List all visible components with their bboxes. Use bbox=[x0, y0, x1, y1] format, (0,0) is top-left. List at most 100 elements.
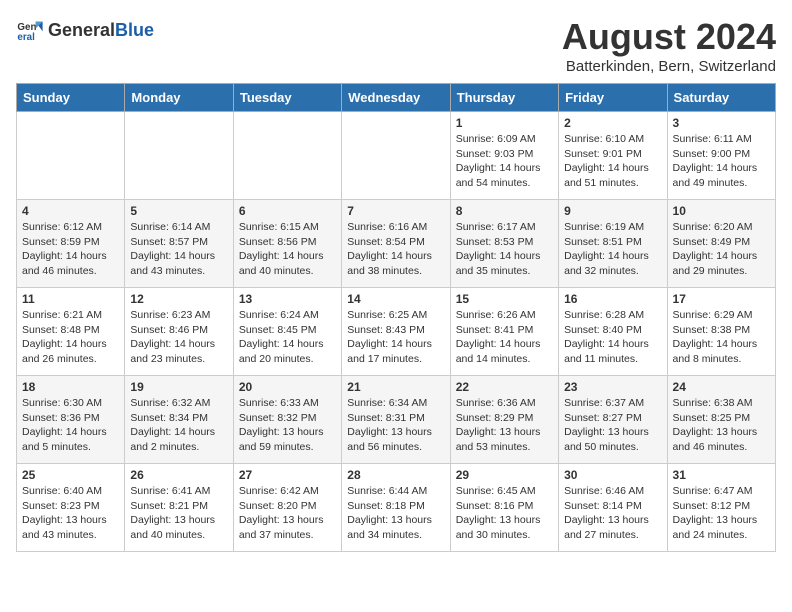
day-info: Daylight: 14 hours and 54 minutes. bbox=[456, 161, 553, 190]
calendar-table: Sunday Monday Tuesday Wednesday Thursday… bbox=[16, 83, 776, 552]
day-info: Daylight: 13 hours and 34 minutes. bbox=[347, 513, 444, 542]
calendar-cell: 21Sunrise: 6:34 AMSunset: 8:31 PMDayligh… bbox=[342, 376, 450, 464]
day-number: 28 bbox=[347, 468, 444, 482]
day-info: Sunrise: 6:40 AM bbox=[22, 484, 119, 499]
calendar-cell: 30Sunrise: 6:46 AMSunset: 8:14 PMDayligh… bbox=[559, 464, 667, 552]
day-info: Sunrise: 6:36 AM bbox=[456, 396, 553, 411]
calendar-cell: 3Sunrise: 6:11 AMSunset: 9:00 PMDaylight… bbox=[667, 112, 775, 200]
header-saturday: Saturday bbox=[667, 84, 775, 112]
day-info: Daylight: 14 hours and 46 minutes. bbox=[22, 249, 119, 278]
day-info: Sunset: 9:03 PM bbox=[456, 147, 553, 162]
day-info: Sunrise: 6:21 AM bbox=[22, 308, 119, 323]
day-info: Sunset: 8:14 PM bbox=[564, 499, 661, 514]
calendar-cell: 31Sunrise: 6:47 AMSunset: 8:12 PMDayligh… bbox=[667, 464, 775, 552]
calendar-cell: 5Sunrise: 6:14 AMSunset: 8:57 PMDaylight… bbox=[125, 200, 233, 288]
calendar-cell: 8Sunrise: 6:17 AMSunset: 8:53 PMDaylight… bbox=[450, 200, 558, 288]
day-info: Sunrise: 6:15 AM bbox=[239, 220, 336, 235]
calendar-cell: 17Sunrise: 6:29 AMSunset: 8:38 PMDayligh… bbox=[667, 288, 775, 376]
day-info: Sunset: 8:45 PM bbox=[239, 323, 336, 338]
calendar-cell: 25Sunrise: 6:40 AMSunset: 8:23 PMDayligh… bbox=[17, 464, 125, 552]
day-info: Sunset: 8:34 PM bbox=[130, 411, 227, 426]
day-number: 2 bbox=[564, 116, 661, 130]
logo-icon: Gen eral bbox=[16, 16, 44, 44]
day-info: Sunrise: 6:17 AM bbox=[456, 220, 553, 235]
day-info: Daylight: 14 hours and 8 minutes. bbox=[673, 337, 770, 366]
day-info: Daylight: 14 hours and 35 minutes. bbox=[456, 249, 553, 278]
day-info: Sunset: 8:51 PM bbox=[564, 235, 661, 250]
day-info: Sunrise: 6:38 AM bbox=[673, 396, 770, 411]
calendar-cell: 23Sunrise: 6:37 AMSunset: 8:27 PMDayligh… bbox=[559, 376, 667, 464]
day-info: Sunset: 8:59 PM bbox=[22, 235, 119, 250]
day-info: Sunrise: 6:11 AM bbox=[673, 132, 770, 147]
day-info: Daylight: 13 hours and 53 minutes. bbox=[456, 425, 553, 454]
header-thursday: Thursday bbox=[450, 84, 558, 112]
day-info: Sunrise: 6:33 AM bbox=[239, 396, 336, 411]
day-info: Sunset: 8:29 PM bbox=[456, 411, 553, 426]
day-info: Sunrise: 6:29 AM bbox=[673, 308, 770, 323]
header-wednesday: Wednesday bbox=[342, 84, 450, 112]
day-info: Daylight: 13 hours and 37 minutes. bbox=[239, 513, 336, 542]
day-number: 4 bbox=[22, 204, 119, 218]
day-info: Sunset: 8:31 PM bbox=[347, 411, 444, 426]
day-info: Daylight: 14 hours and 51 minutes. bbox=[564, 161, 661, 190]
day-info: Sunrise: 6:41 AM bbox=[130, 484, 227, 499]
day-number: 1 bbox=[456, 116, 553, 130]
day-info: Daylight: 13 hours and 43 minutes. bbox=[22, 513, 119, 542]
day-info: Daylight: 13 hours and 30 minutes. bbox=[456, 513, 553, 542]
day-number: 29 bbox=[456, 468, 553, 482]
calendar-cell: 1Sunrise: 6:09 AMSunset: 9:03 PMDaylight… bbox=[450, 112, 558, 200]
header-monday: Monday bbox=[125, 84, 233, 112]
day-info: Sunrise: 6:25 AM bbox=[347, 308, 444, 323]
day-info: Sunrise: 6:19 AM bbox=[564, 220, 661, 235]
day-number: 9 bbox=[564, 204, 661, 218]
day-number: 11 bbox=[22, 292, 119, 306]
day-info: Sunset: 8:20 PM bbox=[239, 499, 336, 514]
day-info: Sunset: 8:25 PM bbox=[673, 411, 770, 426]
day-info: Sunrise: 6:42 AM bbox=[239, 484, 336, 499]
location: Batterkinden, Bern, Switzerland bbox=[562, 58, 776, 75]
calendar-cell: 27 Sunrise: 6:42 AMSunset: 8:20 PMDayligh… bbox=[233, 464, 341, 552]
calendar-week-4: 18Sunrise: 6:30 AMSunset: 8:36 PMDayligh… bbox=[17, 376, 776, 464]
day-info: Sunset: 8:43 PM bbox=[347, 323, 444, 338]
day-info: Sunset: 8:49 PM bbox=[673, 235, 770, 250]
day-number: 13 bbox=[239, 292, 336, 306]
day-info: Daylight: 14 hours and 29 minutes. bbox=[673, 249, 770, 278]
logo-blue: Blue bbox=[115, 20, 154, 40]
day-info: Daylight: 14 hours and 43 minutes. bbox=[130, 249, 227, 278]
calendar-cell: 20Sunrise: 6:33 AMSunset: 8:32 PMDayligh… bbox=[233, 376, 341, 464]
calendar-cell: 22Sunrise: 6:36 AMSunset: 8:29 PMDayligh… bbox=[450, 376, 558, 464]
calendar-cell bbox=[233, 112, 341, 200]
calendar-week-1: 1Sunrise: 6:09 AMSunset: 9:03 PMDaylight… bbox=[17, 112, 776, 200]
day-number: 27 bbox=[239, 468, 336, 482]
calendar-cell bbox=[125, 112, 233, 200]
header-sunday: Sunday bbox=[17, 84, 125, 112]
day-number: 6 bbox=[239, 204, 336, 218]
calendar-cell bbox=[342, 112, 450, 200]
logo-general: General bbox=[48, 20, 115, 40]
day-info: Daylight: 13 hours and 46 minutes. bbox=[673, 425, 770, 454]
day-info: Daylight: 14 hours and 20 minutes. bbox=[239, 337, 336, 366]
day-info: Sunrise: 6:14 AM bbox=[130, 220, 227, 235]
day-info: Sunrise: 6:37 AM bbox=[564, 396, 661, 411]
calendar-cell: 18Sunrise: 6:30 AMSunset: 8:36 PMDayligh… bbox=[17, 376, 125, 464]
day-info: Daylight: 14 hours and 2 minutes. bbox=[130, 425, 227, 454]
calendar-cell: 29Sunrise: 6:45 AMSunset: 8:16 PMDayligh… bbox=[450, 464, 558, 552]
day-info: Sunset: 8:21 PM bbox=[130, 499, 227, 514]
day-info: Sunset: 8:48 PM bbox=[22, 323, 119, 338]
calendar-week-5: 25Sunrise: 6:40 AMSunset: 8:23 PMDayligh… bbox=[17, 464, 776, 552]
day-number: 17 bbox=[673, 292, 770, 306]
day-info: Daylight: 13 hours and 50 minutes. bbox=[564, 425, 661, 454]
day-info: Sunset: 8:40 PM bbox=[564, 323, 661, 338]
calendar-header-row: Sunday Monday Tuesday Wednesday Thursday… bbox=[17, 84, 776, 112]
day-info: Sunset: 8:36 PM bbox=[22, 411, 119, 426]
day-number: 5 bbox=[130, 204, 227, 218]
day-number: 18 bbox=[22, 380, 119, 394]
calendar-cell: 13Sunrise: 6:24 AMSunset: 8:45 PMDayligh… bbox=[233, 288, 341, 376]
day-info: Daylight: 13 hours and 56 minutes. bbox=[347, 425, 444, 454]
day-info: Sunset: 8:53 PM bbox=[456, 235, 553, 250]
day-number: 14 bbox=[347, 292, 444, 306]
day-number: 3 bbox=[673, 116, 770, 130]
svg-text:eral: eral bbox=[17, 32, 35, 43]
day-info: Sunset: 8:56 PM bbox=[239, 235, 336, 250]
day-info: Sunset: 8:54 PM bbox=[347, 235, 444, 250]
